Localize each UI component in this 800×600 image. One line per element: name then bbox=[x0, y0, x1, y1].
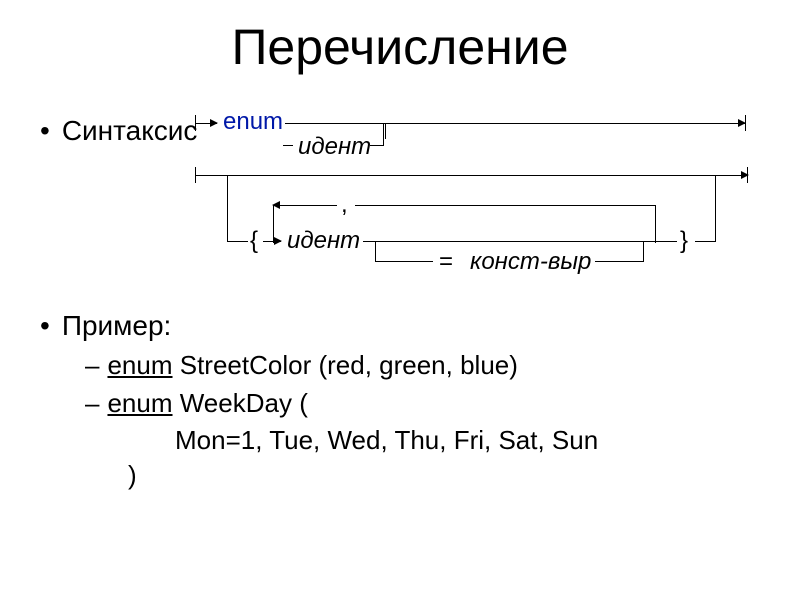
rail-tick bbox=[745, 115, 746, 131]
rail-arrow bbox=[195, 175, 748, 176]
example-weekday-values: Mon=1, Tue, Wed, Thu, Fri, Sat, Sun bbox=[175, 425, 598, 456]
rail-line bbox=[655, 241, 677, 242]
rail-tick bbox=[747, 167, 748, 183]
example-weekday-close: ) bbox=[128, 460, 137, 491]
rail-arrow bbox=[195, 123, 217, 124]
bullet-example: Пример: bbox=[40, 310, 171, 342]
rail-line bbox=[375, 261, 433, 262]
dash-icon: – bbox=[85, 388, 99, 418]
keyword-enum-underline: enum bbox=[107, 388, 172, 418]
keyword-enum-underline: enum bbox=[107, 350, 172, 380]
example-weekday-head: WeekDay ( bbox=[173, 388, 308, 418]
rail-tick bbox=[715, 175, 716, 241]
example-weekday: –enum WeekDay ( bbox=[85, 388, 308, 419]
rail-tick bbox=[383, 123, 384, 145]
rail-tick bbox=[195, 167, 196, 183]
example-streetcolor: –enum StreetColor (red, green, blue) bbox=[85, 350, 518, 381]
rail-line bbox=[695, 241, 716, 242]
rail-line bbox=[370, 145, 384, 146]
nonterminal-ident: идент bbox=[298, 133, 371, 161]
rail-tick bbox=[655, 205, 656, 243]
slide-title: Перечисление bbox=[0, 18, 800, 76]
rail-arrow bbox=[273, 205, 337, 206]
rail-line bbox=[355, 205, 655, 206]
nonterminal-ident-2: идент bbox=[287, 227, 360, 255]
rail-line bbox=[285, 123, 575, 124]
rail-tick bbox=[385, 123, 386, 139]
syntax-diagram: enum идент { , идент bbox=[195, 105, 765, 295]
example-streetcolor-text: StreetColor (red, green, blue) bbox=[173, 350, 518, 380]
rail-line bbox=[283, 145, 293, 146]
token-open-brace: { bbox=[250, 227, 258, 255]
slide: Перечисление Синтаксис enum идент { bbox=[0, 0, 800, 600]
token-comma: , bbox=[341, 191, 348, 219]
token-equals: = bbox=[439, 248, 453, 276]
keyword-enum: enum bbox=[223, 108, 283, 136]
token-close-brace: } bbox=[680, 227, 688, 255]
rail-line bbox=[363, 241, 655, 242]
rail-tick bbox=[375, 241, 376, 261]
nonterminal-const-expr: конст-выр bbox=[470, 248, 591, 276]
rail-arrow bbox=[575, 123, 745, 124]
bullet-syntax: Синтаксис bbox=[40, 115, 197, 147]
rail-tick bbox=[227, 175, 228, 241]
rail-line bbox=[595, 261, 644, 262]
rail-tick bbox=[195, 115, 196, 131]
rail-arrow bbox=[263, 241, 281, 242]
rail-tick bbox=[643, 241, 644, 261]
rail-line bbox=[227, 241, 248, 242]
dash-icon: – bbox=[85, 350, 99, 380]
